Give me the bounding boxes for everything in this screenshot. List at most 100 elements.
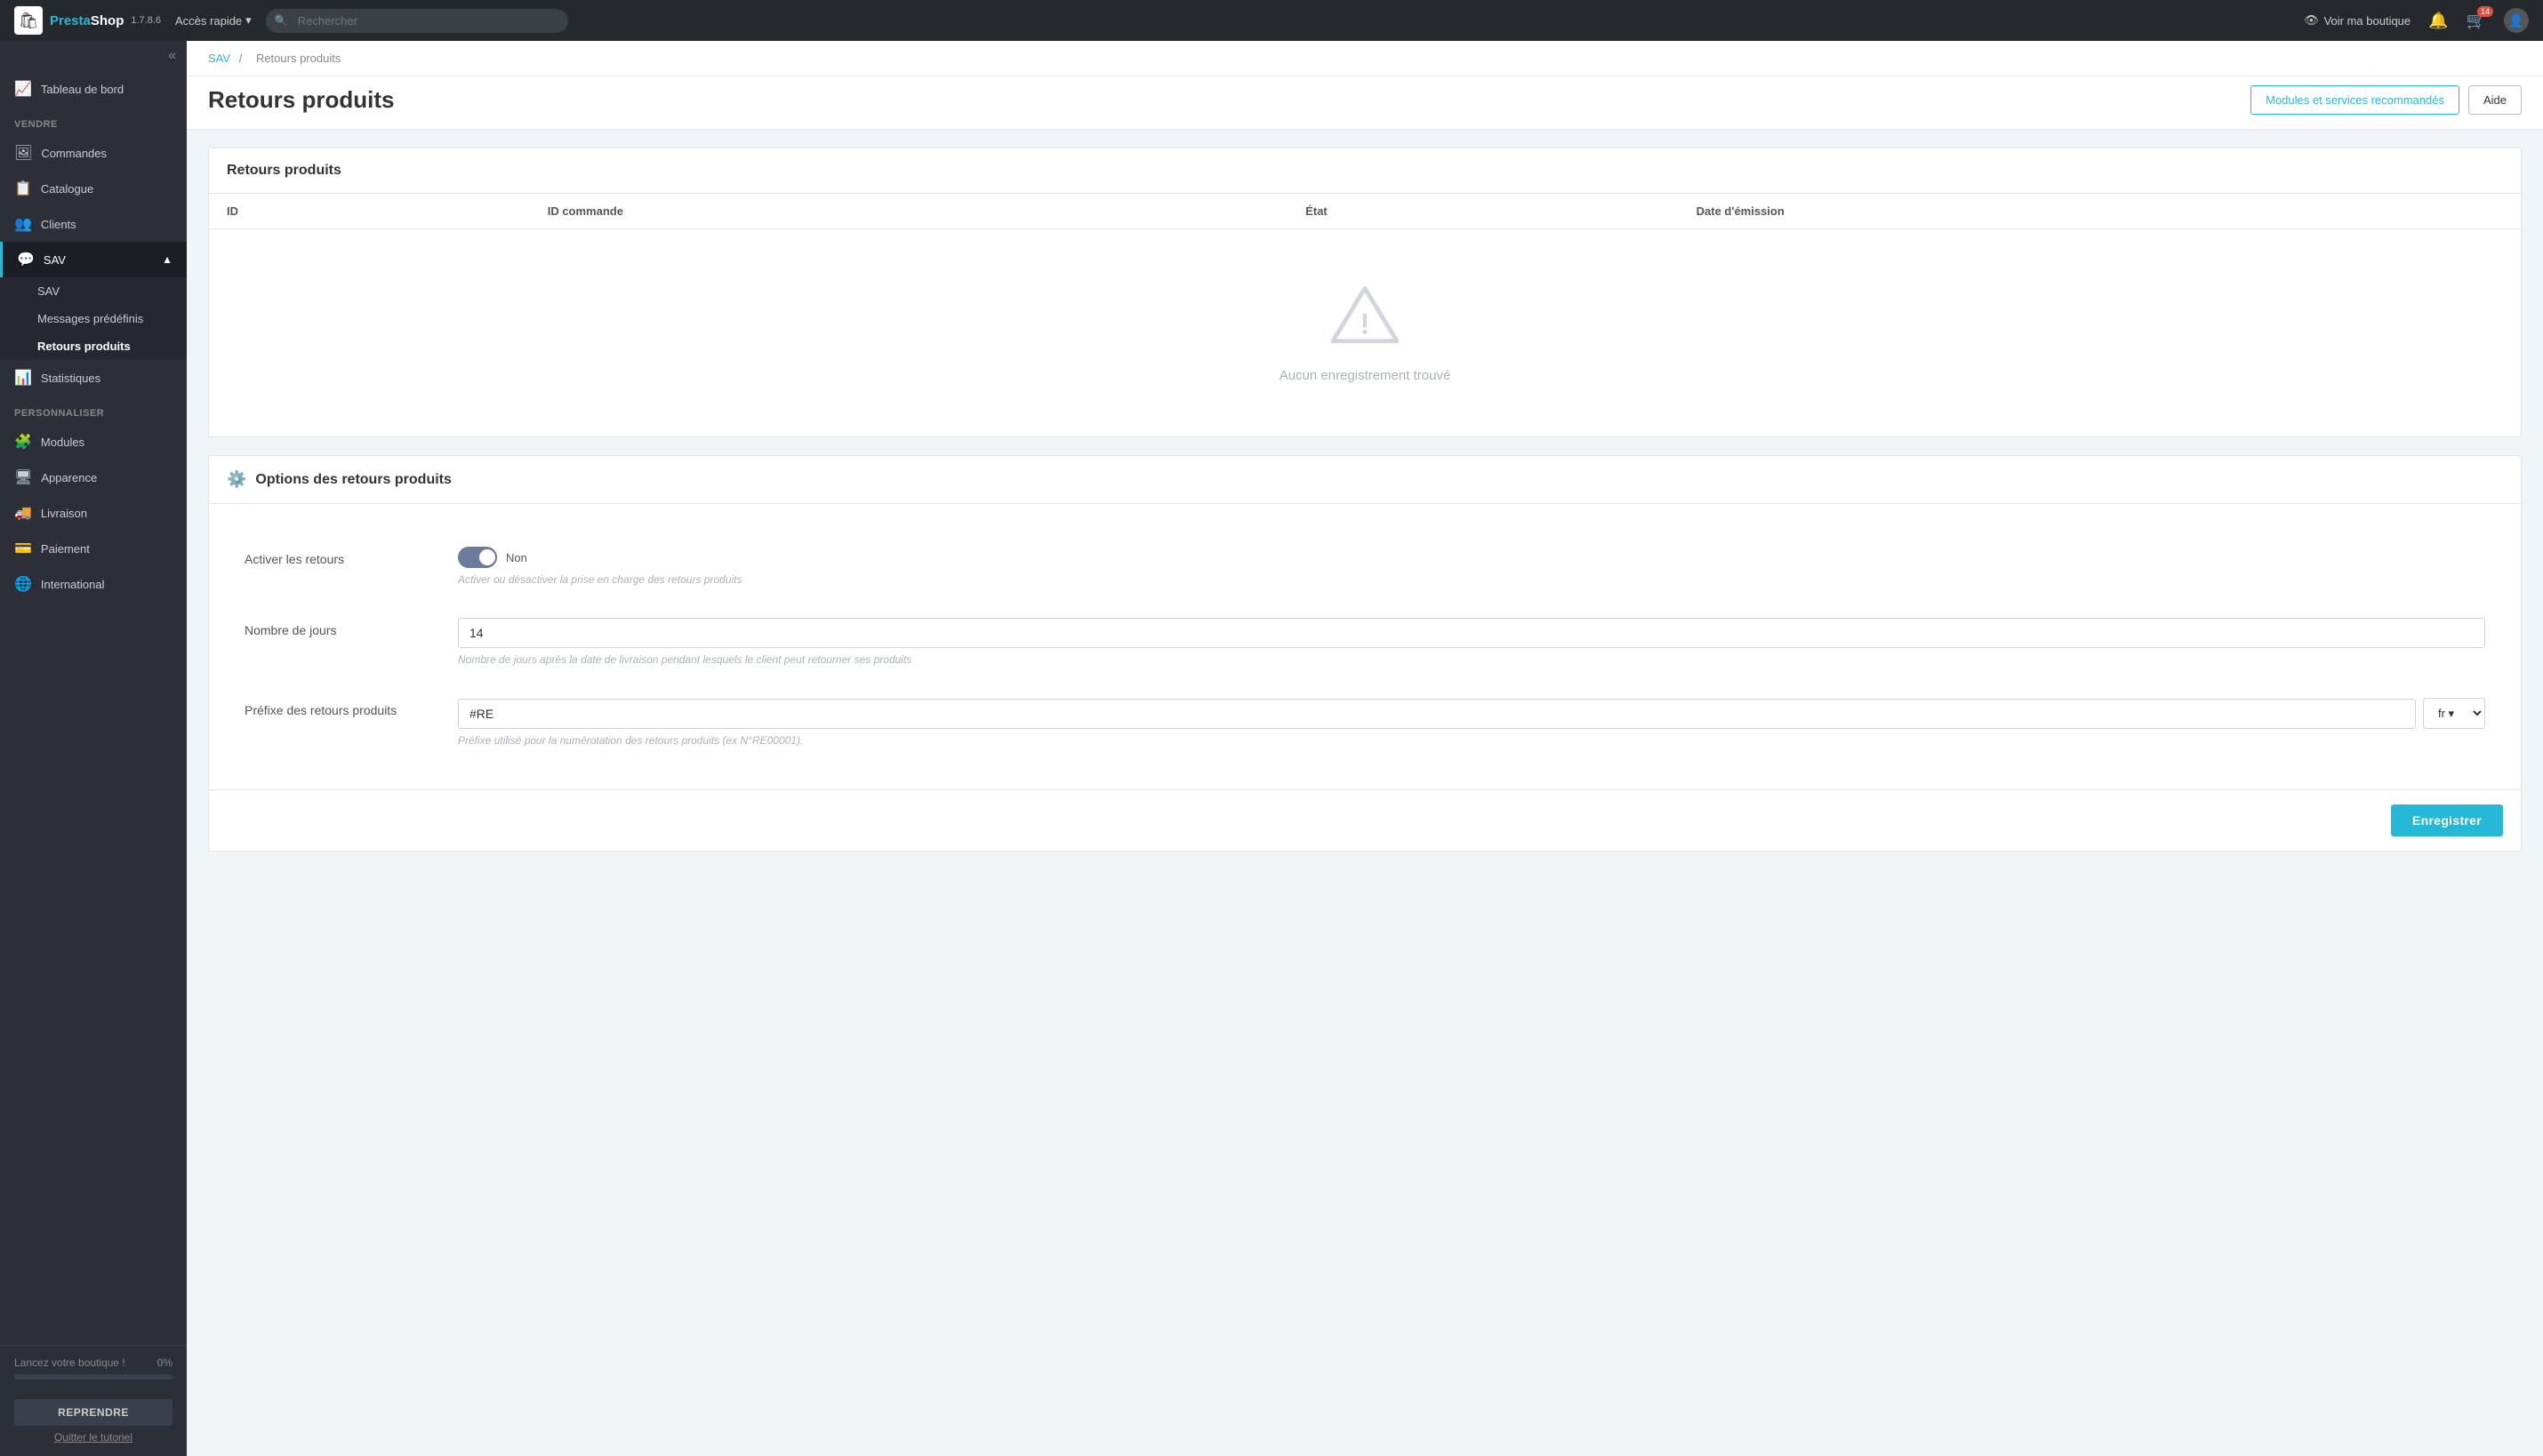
commandes-icon: 🖼 [14, 144, 32, 162]
clients-icon: 👥 [14, 215, 32, 233]
apparence-icon: 🖥 [14, 468, 32, 486]
save-button[interactable]: Enregistrer [2391, 804, 2503, 836]
sidebar-item-clients[interactable]: 👥 Clients [0, 206, 187, 242]
col-etat: État [1288, 194, 1678, 229]
prefixe-label: Préfixe des retours produits [245, 698, 422, 717]
jours-label: Nombre de jours [245, 618, 422, 637]
logo-icon: 🛍 [14, 6, 43, 35]
user-avatar[interactable]: 👤 [2504, 8, 2529, 33]
gear-icon: ⚙️ [227, 470, 246, 489]
cart-badge: 14 [2477, 6, 2493, 17]
options-body: Activer les retours Non Activer ou désac… [209, 504, 2521, 789]
option-jours: Nombre de jours Nombre de jours après la… [209, 602, 2521, 682]
toggle-wrapper: Non [458, 547, 2485, 568]
search-wrapper [266, 9, 568, 33]
options-card: ⚙️ Options des retours produits Activer … [208, 455, 2522, 852]
section-personnaliser: PERSONNALISER [0, 396, 187, 424]
sidebar-item-sav[interactable]: 💬 SAV ▲ [0, 242, 187, 277]
activer-toggle[interactable] [458, 547, 497, 568]
sav-chevron-icon: ▲ [162, 253, 172, 266]
activer-label: Activer les retours [245, 547, 422, 566]
sidebar-item-apparence[interactable]: 🖥 Apparence [0, 460, 187, 495]
tutorial-btns: REPRENDRE Quitter le tutoriel [0, 1390, 187, 1456]
col-date: Date d'émission [1679, 194, 2521, 229]
empty-text: Aucun enregistrement trouvé [227, 368, 2503, 383]
sidebar-item-sav-sub[interactable]: SAV [0, 277, 187, 305]
svg-text:!: ! [1360, 308, 1370, 340]
collapse-btn[interactable]: « [168, 48, 176, 64]
notification-bell[interactable]: 🔔 [2428, 12, 2448, 30]
prefixe-input[interactable] [458, 699, 2416, 729]
prefixe-control: fr ▾ Préfixe utilisé pour la numérotatio… [458, 698, 2485, 747]
warning-icon: ! [1329, 283, 1400, 354]
col-id: ID [209, 194, 530, 229]
reprendre-button[interactable]: REPRENDRE [14, 1399, 172, 1426]
sidebar-item-statistiques[interactable]: 📊 Statistiques [0, 360, 187, 396]
prefix-row: fr ▾ [458, 698, 2485, 729]
option-prefixe: Préfixe des retours produits fr ▾ Préfix… [209, 682, 2521, 763]
content-area: SAV / Retours produits Retours produits … [187, 41, 2543, 1456]
returns-table: ID ID commande État Date d'émission [209, 194, 2521, 436]
sav-submenu: SAV Messages prédéfinis Retours produits [0, 277, 187, 360]
page-title-area: Retours produits Modules et services rec… [187, 76, 2543, 130]
topbar-right: 👁 Voir ma boutique 🔔 🛒 14 👤 [2304, 8, 2529, 33]
international-icon: 🌐 [14, 575, 32, 593]
jours-control: Nombre de jours après la date de livrais… [458, 618, 2485, 666]
breadcrumb: SAV / Retours produits [208, 52, 346, 65]
header-buttons: Modules et services recommandés Aide [2250, 85, 2522, 115]
search-input[interactable] [266, 9, 568, 33]
sidebar-item-livraison[interactable]: 🚚 Livraison [0, 495, 187, 531]
cart-icon-btn[interactable]: 🛒 14 [2467, 12, 2486, 30]
progress-label: Lancez votre boutique ! 0% [14, 1356, 172, 1369]
sidebar-item-dashboard[interactable]: 📈 Tableau de bord [0, 71, 187, 107]
sidebar-item-messages[interactable]: Messages prédéfinis [0, 305, 187, 332]
options-header: ⚙️ Options des retours produits [209, 456, 2521, 504]
quick-access-btn[interactable]: Accès rapide ▾ [175, 13, 252, 28]
aide-button[interactable]: Aide [2468, 85, 2522, 115]
progress-bar-bg [14, 1374, 172, 1380]
main-layout: « 📈 Tableau de bord VENDRE 🖼 Commandes 📋… [0, 41, 2543, 1456]
returns-table-card: Retours produits ID ID commande État Dat… [208, 148, 2522, 437]
lang-select[interactable]: fr ▾ [2423, 698, 2485, 729]
returns-table-header: Retours produits [209, 148, 2521, 194]
livraison-icon: 🚚 [14, 504, 32, 522]
sidebar-item-catalogue[interactable]: 📋 Catalogue [0, 171, 187, 206]
modules-recommandes-button[interactable]: Modules et services recommandés [2250, 85, 2459, 115]
quitter-button[interactable]: Quitter le tutoriel [14, 1431, 172, 1444]
progress-section: Lancez votre boutique ! 0% [0, 1345, 187, 1390]
view-shop-btn[interactable]: 👁 Voir ma boutique [2304, 13, 2411, 28]
sidebar-item-paiement[interactable]: 💳 Paiement [0, 531, 187, 566]
option-activer: Activer les retours Non Activer ou désac… [209, 531, 2521, 602]
paiement-icon: 💳 [14, 540, 32, 557]
breadcrumb-separator: / [239, 52, 243, 65]
logo-text: PrestaShop [50, 13, 124, 28]
logo: 🛍 PrestaShop 1.7.8.6 [14, 6, 161, 35]
activer-desc: Activer ou désactiver la prise en charge… [458, 573, 2485, 586]
activer-value-label: Non [506, 551, 527, 564]
dashboard-icon: 📈 [14, 80, 32, 98]
modules-icon: 🧩 [14, 433, 32, 451]
catalogue-icon: 📋 [14, 180, 32, 197]
eye-icon: 👁 [2304, 13, 2319, 28]
sidebar-item-modules[interactable]: 🧩 Modules [0, 424, 187, 460]
sidebar: « 📈 Tableau de bord VENDRE 🖼 Commandes 📋… [0, 41, 187, 1456]
topbar: 🛍 PrestaShop 1.7.8.6 Accès rapide ▾ 👁 Vo… [0, 0, 2543, 41]
version-label: 1.7.8.6 [131, 15, 161, 26]
content-header: SAV / Retours produits [187, 41, 2543, 76]
breadcrumb-current: Retours produits [256, 52, 341, 65]
toggle-slider [458, 547, 497, 568]
sidebar-item-international[interactable]: 🌐 International [0, 566, 187, 602]
statistiques-icon: 📊 [14, 369, 32, 387]
card-footer: Enregistrer [209, 789, 2521, 851]
jours-desc: Nombre de jours après la date de livrais… [458, 653, 2485, 666]
section-vendre: VENDRE [0, 107, 187, 135]
sidebar-item-commandes[interactable]: 🖼 Commandes [0, 135, 187, 171]
prefixe-desc: Préfixe utilisé pour la numérotation des… [458, 734, 2485, 747]
col-id-commande: ID commande [530, 194, 1288, 229]
breadcrumb-parent[interactable]: SAV [208, 52, 230, 65]
jours-input[interactable] [458, 618, 2485, 648]
content-body: Retours produits ID ID commande État Dat… [187, 130, 2543, 869]
sidebar-collapse[interactable]: « [0, 41, 187, 71]
sidebar-item-retours[interactable]: Retours produits [0, 332, 187, 360]
page-title: Retours produits [208, 86, 394, 114]
